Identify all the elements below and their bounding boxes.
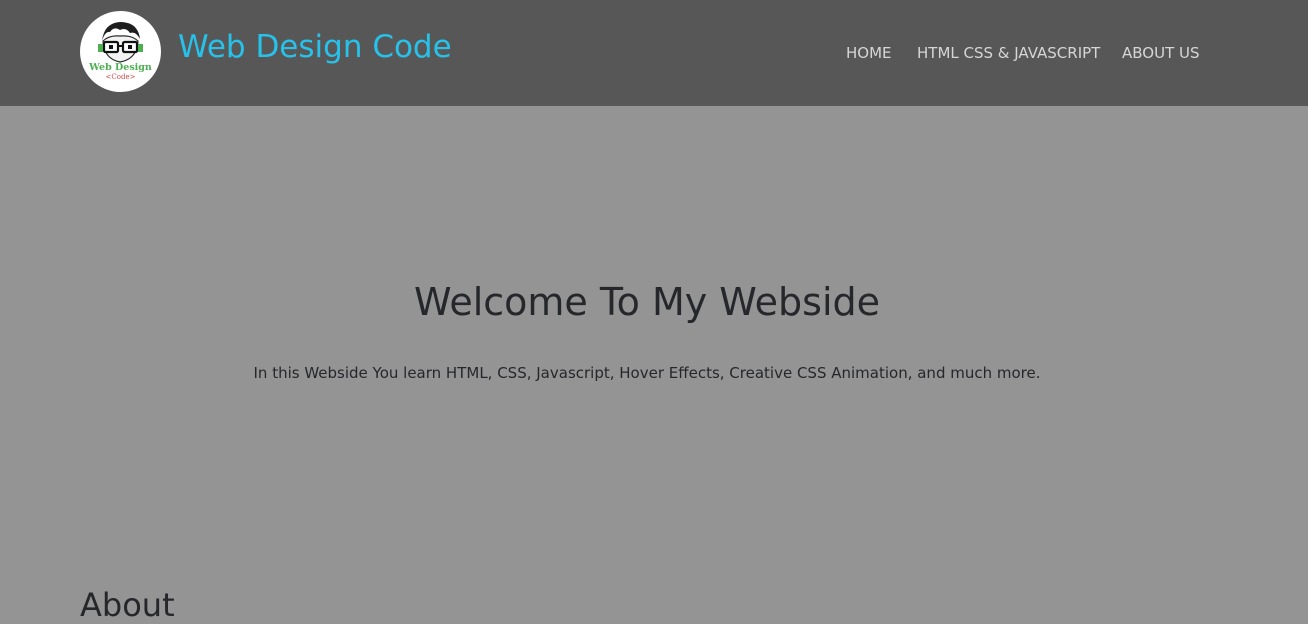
about-heading: About [80,586,175,624]
hero-description: In this Webside You learn HTML, CSS, Jav… [253,364,1041,382]
navbar: Web Design <Code> Web Design Code HOME H… [0,0,1308,106]
hero-title: Welcome To My Webside [413,280,881,324]
logo-text-line1: Web Design [88,62,152,73]
brand-title[interactable]: Web Design Code [178,29,452,65]
logo-text-line2: <Code> [106,73,136,81]
nav-about-us[interactable]: ABOUT US [1122,44,1200,62]
nerd-glasses-avatar-icon: Web Design <Code> [88,22,152,81]
nav-html-css-javascript[interactable]: HTML CSS & JAVASCRIPT [917,44,1100,62]
nav-home[interactable]: HOME [846,44,892,62]
site-logo[interactable]: Web Design <Code> [80,11,161,92]
svg-text:Web Design: Web Design [88,62,152,73]
